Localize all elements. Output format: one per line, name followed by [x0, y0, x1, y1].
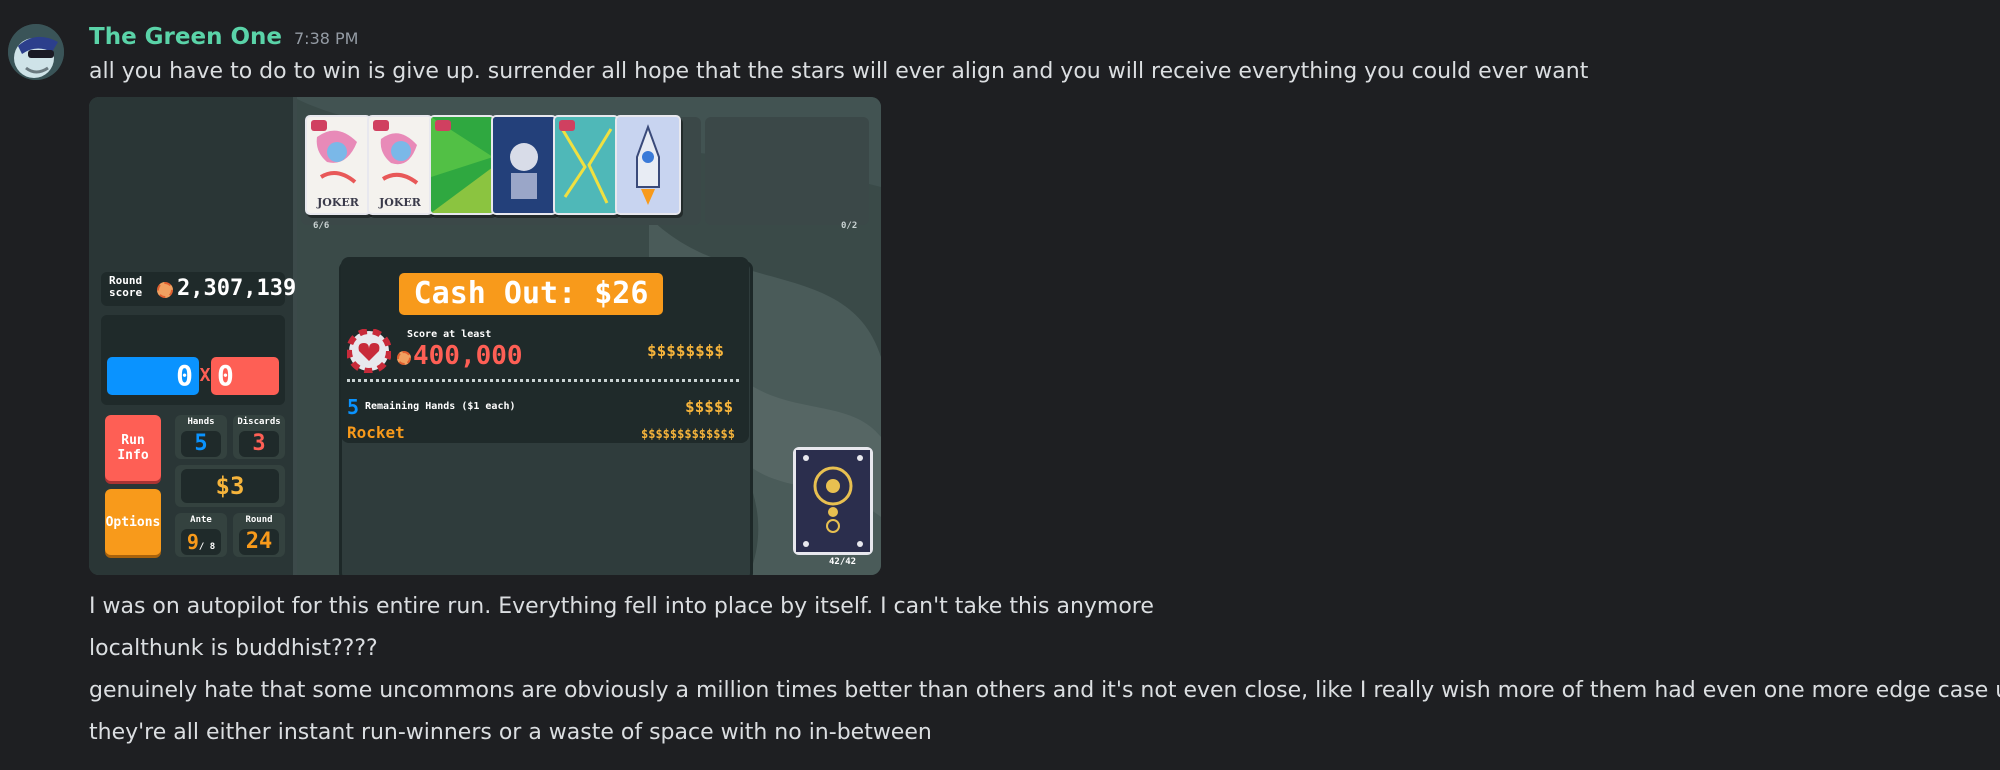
- discards-value: 3: [239, 431, 279, 457]
- message-line-1: all you have to do to win is give up. su…: [89, 59, 1589, 84]
- joker-card[interactable]: [553, 115, 619, 215]
- round-value: 24: [239, 529, 279, 555]
- target-score: 400,000: [413, 341, 523, 371]
- rocket-label: Rocket: [347, 423, 405, 442]
- hands-box: Hands 5: [175, 415, 227, 459]
- target-chip-icon: [397, 351, 411, 365]
- joker-card-label: JOKER: [317, 196, 359, 209]
- message-line-4: genuinely hate that some uncommons are o…: [89, 678, 2000, 703]
- mult-value: 0: [211, 357, 279, 395]
- discards-label: Discards: [237, 417, 281, 427]
- remaining-hands-reward: $$$$$: [685, 397, 734, 416]
- round-box: Round 24: [233, 513, 285, 557]
- message-line-3: localthunk is buddhist????: [89, 636, 378, 661]
- money-box: $3: [175, 465, 285, 507]
- money-value: $3: [181, 469, 279, 503]
- infinity-badge-icon: [373, 120, 389, 131]
- round-score-label: Round score: [109, 274, 143, 299]
- blind-chip-icon: [347, 329, 391, 373]
- rocket-reward: $$$$$$$$$$$$$: [641, 427, 735, 441]
- score-at-least-label: Score at least: [407, 329, 492, 340]
- round-label: Round: [245, 515, 273, 525]
- hands-value: 5: [181, 431, 221, 457]
- sidebar-divider: [293, 97, 297, 575]
- joker-card[interactable]: [491, 115, 557, 215]
- deck-back-icon: [796, 450, 870, 552]
- message-timestamp[interactable]: 7:38 PM: [294, 29, 358, 48]
- joker-card[interactable]: [615, 115, 681, 215]
- author-name[interactable]: The Green One: [89, 24, 282, 50]
- joker-card[interactable]: [429, 115, 495, 215]
- options-button[interactable]: Options: [105, 489, 161, 555]
- deck-card[interactable]: [793, 447, 873, 555]
- consumable-slot-count: 0/2: [841, 221, 858, 231]
- ante-max: / 8: [198, 542, 216, 552]
- infinity-badge-icon: [311, 120, 327, 131]
- hand-score-box: 0 X 0: [101, 315, 285, 405]
- ante-box: Ante 9/ 8: [175, 513, 227, 557]
- hands-label: Hands: [187, 417, 215, 427]
- ante-value-box: 9/ 8: [181, 529, 221, 555]
- joker-card[interactable]: JOKER: [305, 115, 371, 215]
- ante-label: Ante: [190, 515, 212, 525]
- infinity-badge-icon: [559, 120, 575, 131]
- joker-slot-count: 6/6: [313, 221, 330, 231]
- avatar-image: [8, 24, 64, 80]
- avatar[interactable]: [8, 24, 64, 80]
- chips-value: 0: [107, 357, 199, 395]
- round-score-box: Round score 2,307,139: [101, 272, 296, 306]
- run-info-button[interactable]: Run Info: [105, 415, 161, 481]
- joker-art-icon: [555, 117, 617, 213]
- multiply-symbol: X: [199, 365, 211, 386]
- joker-art-icon: [431, 117, 493, 213]
- remaining-hands-label: Remaining Hands ($1 each): [365, 401, 516, 412]
- message-line-5: they're all either instant run-winners o…: [89, 720, 932, 745]
- ante-value: 9: [186, 530, 199, 554]
- joker-card[interactable]: JOKER: [367, 115, 433, 215]
- round-score-value: 2,307,139: [177, 276, 297, 301]
- discards-box: Discards 3: [233, 415, 285, 459]
- deck-count: 42/42: [829, 557, 857, 567]
- blind-reward: $$$$$$$$: [647, 341, 725, 360]
- rocket-joker-icon: [617, 117, 679, 213]
- chip-icon: [157, 282, 173, 298]
- message-line-2: I was on autopilot for this entire run. …: [89, 594, 1154, 619]
- image-attachment[interactable]: Round score 2,307,139 0 X 0 Run Info Han…: [89, 97, 881, 575]
- joker-art-icon: [493, 117, 555, 213]
- joker-card-label: JOKER: [379, 196, 421, 209]
- dotted-divider: [347, 379, 739, 382]
- infinity-badge-icon: [435, 120, 451, 131]
- message-header: The Green One 7:38 PM: [89, 24, 358, 54]
- consumable-area: [705, 117, 869, 225]
- cash-out-button[interactable]: Cash Out: $26: [399, 273, 663, 315]
- remaining-hands-count: 5: [347, 395, 360, 419]
